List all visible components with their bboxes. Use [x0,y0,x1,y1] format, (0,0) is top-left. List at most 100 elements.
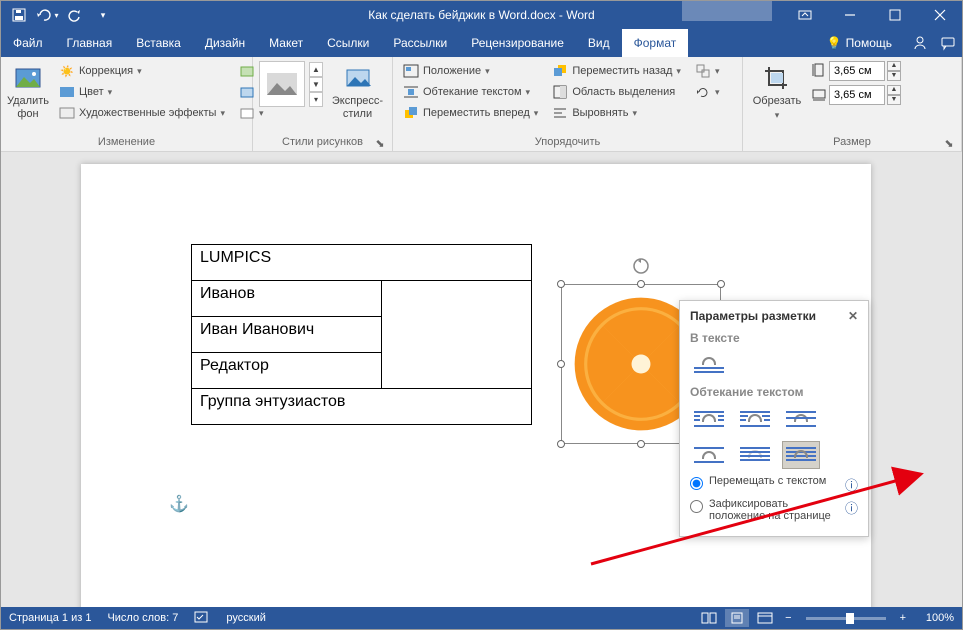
resize-handle[interactable] [557,280,565,288]
ribbon: Удалить фон ☀️Коррекция Цвет Художествен… [1,57,962,152]
spinner-up-icon[interactable]: ▲ [887,85,901,95]
info-icon[interactable]: ⓘ [845,475,858,494]
resize-handle[interactable] [637,280,645,288]
save-icon[interactable] [7,3,31,27]
wrap-square-icon[interactable] [690,405,728,433]
crop-button[interactable]: Обрезать▾ [749,61,805,121]
zoom-slider[interactable] [806,617,886,620]
comments-icon[interactable] [934,35,962,51]
table-cell[interactable]: Группа энтузиастов [192,389,532,425]
spinner-down-icon[interactable]: ▼ [887,71,901,81]
tab-review[interactable]: Рецензирование [459,29,576,57]
wrap-tight-icon[interactable] [736,405,774,433]
tab-format[interactable]: Формат [622,29,689,57]
width-icon [811,86,827,105]
layout-options-panel: Параметры разметки✕ В тексте Обтекание т… [679,300,869,537]
tab-view[interactable]: Вид [576,29,622,57]
artistic-icon [59,105,75,121]
zoom-in-icon[interactable]: + [896,612,910,624]
close-icon[interactable] [917,1,962,29]
rotate-handle[interactable] [632,257,650,280]
spinner-up-icon[interactable]: ▲ [887,61,901,71]
page-count[interactable]: Страница 1 из 1 [9,612,91,624]
rotate-button[interactable]: ▾ [691,82,724,102]
selection-pane-button[interactable]: Область выделения [548,82,685,102]
express-styles-button[interactable]: Экспресс- стили [329,61,386,121]
wrap-inline-icon[interactable] [690,351,728,379]
print-layout-icon[interactable] [725,609,749,627]
dialog-launcher-icon[interactable]: ⬊ [374,137,386,149]
height-icon [811,62,827,81]
table-cell[interactable]: Иванов [192,281,382,317]
web-layout-icon[interactable] [753,609,777,627]
document-area[interactable]: LUMPICS Иванов Иван Иванович Редактор Гр… [1,152,962,607]
table-cell[interactable]: LUMPICS [192,245,532,281]
group-size-label: Размер⬊ [749,134,955,151]
bring-forward-icon [403,105,419,121]
wrap-through-icon[interactable] [782,405,820,433]
tab-layout[interactable]: Макет [257,29,315,57]
group-icon [695,63,711,79]
info-icon[interactable]: ⓘ [845,498,858,517]
align-button[interactable]: Выровнять [548,103,685,123]
resize-handle[interactable] [637,440,645,448]
rotate-icon [695,84,711,100]
help-button[interactable]: 💡Помощь [813,36,906,50]
width-input[interactable] [829,85,885,105]
zoom-out-icon[interactable]: − [781,612,795,624]
color-button[interactable]: Цвет [55,82,229,102]
zoom-level[interactable]: 100% [914,612,954,624]
anchor-icon[interactable]: ⚓ [169,494,189,514]
tab-home[interactable]: Главная [55,29,125,57]
language-status[interactable]: русский [226,612,265,624]
minimize-icon[interactable] [827,1,872,29]
wrap-behind-icon[interactable] [736,441,774,469]
tab-mailings[interactable]: Рассылки [381,29,459,57]
gallery-up-icon[interactable]: ▲ [309,62,323,77]
close-icon[interactable]: ✕ [848,309,858,323]
word-count[interactable]: Число слов: 7 [107,612,178,624]
group-styles-label: Стили рисунков⬊ [259,134,386,151]
undo-icon[interactable]: ▾ [35,3,59,27]
position-button[interactable]: Положение [399,61,542,81]
account-badge[interactable] [682,1,772,21]
ribbon-display-icon[interactable] [782,1,827,29]
table-cell[interactable]: Редактор [192,353,382,389]
wrap-text-button[interactable]: Обтекание текстом [399,82,542,102]
maximize-icon[interactable] [872,1,917,29]
radio-move-with-text[interactable]: Перемещать с текстомⓘ [690,475,858,494]
remove-background-button[interactable]: Удалить фон [7,61,49,121]
send-backward-button[interactable]: Переместить назад [548,61,685,81]
dialog-launcher-icon[interactable]: ⬊ [943,137,955,149]
qat-customize-icon[interactable]: ▾ [91,3,115,27]
artistic-effects-button[interactable]: Художественные эффекты [55,103,229,123]
lightbulb-icon: 💡 [827,36,842,50]
corrections-button[interactable]: ☀️Коррекция [55,61,229,81]
group-objects-button[interactable]: ▾ [691,61,724,81]
tab-design[interactable]: Дизайн [193,29,257,57]
table-cell[interactable] [382,281,532,389]
table-cell[interactable]: Иван Иванович [192,317,382,353]
gallery-down-icon[interactable]: ▼ [309,77,323,92]
bring-forward-button[interactable]: Переместить вперед [399,103,542,123]
gallery-more-icon[interactable]: ▾ [309,92,323,107]
share-icon[interactable] [906,35,934,51]
group-adjust-label: Изменение [7,134,246,151]
spellcheck-icon[interactable] [194,610,210,627]
wrap-infront-icon[interactable] [782,441,820,469]
resize-handle[interactable] [557,360,565,368]
resize-handle[interactable] [717,280,725,288]
tab-references[interactable]: Ссылки [315,29,381,57]
tab-file[interactable]: Файл [1,29,55,57]
style-gallery-item[interactable] [259,61,305,107]
tab-insert[interactable]: Вставка [124,29,193,57]
read-mode-icon[interactable] [697,609,721,627]
resize-handle[interactable] [557,440,565,448]
wrap-topbottom-icon[interactable] [690,441,728,469]
spinner-down-icon[interactable]: ▼ [887,95,901,105]
send-backward-icon [552,63,568,79]
redo-icon[interactable] [63,3,87,27]
badge-table[interactable]: LUMPICS Иванов Иван Иванович Редактор Гр… [191,244,532,425]
radio-fix-on-page[interactable]: Зафиксировать положение на страницеⓘ [690,498,858,522]
height-input[interactable] [829,61,885,81]
